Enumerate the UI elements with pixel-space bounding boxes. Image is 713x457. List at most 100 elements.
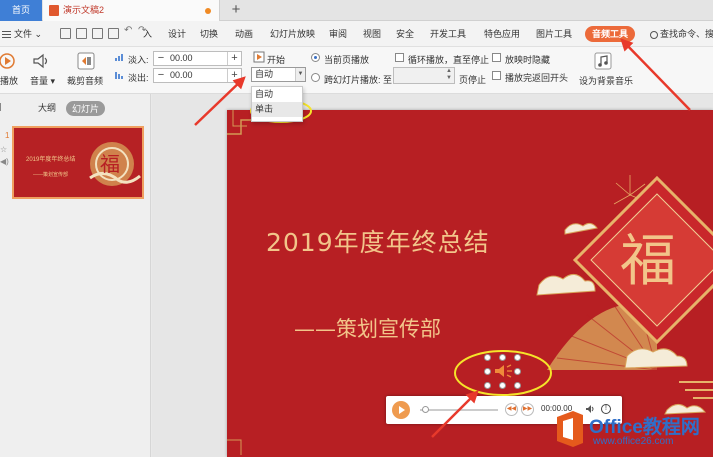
rewind-label[interactable]: 播放完返回开头 (505, 71, 568, 84)
menu-picture-tools[interactable]: 图片工具 (536, 21, 572, 47)
volume-button-label[interactable]: 音量 ▾ (30, 74, 55, 87)
start-option-auto[interactable]: 自动 (252, 87, 302, 102)
home-tab[interactable]: 首页 (0, 0, 42, 21)
current-page-label[interactable]: 当前页播放 (324, 53, 369, 66)
fade-out-value[interactable]: 00.00 (170, 69, 193, 82)
document-tab[interactable]: 演示文稿2 (43, 0, 220, 21)
background-music-label[interactable]: 设为背景音乐 (579, 74, 633, 87)
file-menu[interactable]: 文件 ⌄ (2, 21, 42, 47)
chevron-down-icon[interactable]: ▼ (295, 68, 305, 81)
thumbnail-title: 2019年度年终总结 (26, 157, 76, 163)
rewind-icon[interactable]: ◀◀ (505, 403, 518, 416)
menu-design[interactable]: 设计 (168, 21, 186, 47)
fade-in-icon (115, 54, 123, 61)
play-icon[interactable] (0, 52, 18, 70)
resize-handle[interactable] (499, 382, 506, 389)
fade-in-decrease[interactable]: − (154, 52, 168, 65)
outline-tab[interactable]: 大纲 (38, 101, 56, 114)
volume-icon[interactable] (32, 52, 50, 70)
resize-handle[interactable] (514, 368, 521, 375)
slide-seal: 福 (620, 229, 676, 294)
menu-view[interactable]: 视图 (363, 21, 381, 47)
fade-out-spinner[interactable]: − 00.00 + (153, 68, 242, 83)
cross-slide-radio[interactable] (311, 73, 320, 82)
spinner-arrows-icon[interactable]: ▲ ▼ (446, 68, 452, 82)
menu-security[interactable]: 安全 (396, 21, 414, 47)
menu-insert[interactable]: 入 (143, 21, 152, 47)
resize-handle[interactable] (484, 368, 491, 375)
thumbnail-seal: 福 (100, 152, 120, 176)
speaker-icon[interactable] (493, 363, 513, 379)
watermark-brand: Office教程网 (589, 417, 700, 438)
slide-thumbnail[interactable]: 2019年度年终总结 ——策划宣传部 福 (12, 126, 144, 199)
resize-handle[interactable] (514, 382, 521, 389)
menu-animation[interactable]: 动画 (235, 21, 253, 47)
unsaved-dot-icon (205, 8, 211, 14)
fast-forward-icon[interactable]: ▶▶ (521, 403, 534, 416)
menu-transition[interactable]: 切换 (200, 21, 218, 47)
presentation-icon (49, 5, 59, 16)
menu-developer[interactable]: 开发工具 (430, 21, 466, 47)
resize-handle[interactable] (499, 354, 506, 361)
fade-in-spinner[interactable]: − 00.00 + (153, 51, 242, 66)
page-stop-label: 页停止 (459, 75, 487, 85)
player-play-button[interactable] (392, 401, 410, 419)
play-button-label[interactable]: 播放 (0, 74, 18, 87)
watermark-url: www.office26.com (593, 436, 674, 447)
audio-object[interactable] (481, 352, 525, 390)
trim-audio-icon[interactable] (76, 51, 96, 71)
trim-audio-label[interactable]: 裁剪音频 (67, 74, 103, 87)
progress-knob[interactable] (422, 406, 429, 413)
tab-bar: 首页 演示文稿2 + (0, 0, 713, 21)
stop-page-spinner[interactable]: ▲ ▼ (393, 67, 455, 84)
slides-tab[interactable]: 幻灯片 (66, 101, 106, 116)
start-mode-dropdown: 自动 单击 (251, 86, 303, 122)
resize-handle[interactable] (514, 354, 521, 361)
start-mode-value: 自动 (255, 69, 274, 79)
print-icon[interactable] (92, 28, 103, 39)
loop-checkbox[interactable] (395, 53, 404, 62)
start-icon (253, 51, 265, 63)
rewind-checkbox[interactable] (492, 71, 501, 80)
resize-handle[interactable] (484, 382, 491, 389)
audio-marker-icon: ◀) (0, 157, 9, 166)
fade-out-label: 淡出: (128, 73, 149, 83)
fade-out-decrease[interactable]: − (154, 69, 168, 82)
hide-checkbox[interactable] (492, 53, 501, 62)
preview-icon[interactable] (108, 28, 119, 39)
current-page-radio[interactable] (311, 53, 320, 62)
menu-review[interactable]: 审阅 (329, 21, 347, 47)
cross-slide-label[interactable]: 跨幻灯片播放: 至 (324, 73, 392, 86)
fade-out-icon (115, 72, 123, 79)
slide-subtitle[interactable]: ——策划宣传部 (294, 313, 441, 343)
command-search[interactable]: 查找命令、搜 (650, 21, 713, 47)
pane-edge (0, 103, 4, 111)
slide-title[interactable]: 2019年度年终总结 (266, 223, 490, 259)
export-icon[interactable] (76, 28, 87, 39)
hide-label[interactable]: 放映时隐藏 (505, 53, 550, 66)
start-option-click[interactable]: 单击 (252, 102, 302, 117)
progress-track[interactable] (420, 409, 498, 411)
resize-handle[interactable] (484, 354, 491, 361)
new-tab-button[interactable]: + (228, 0, 244, 21)
start-label: 开始 (267, 55, 286, 65)
search-icon (650, 30, 658, 39)
slide-number: 1 (5, 131, 10, 140)
document-tab-title: 演示文稿2 (63, 5, 105, 15)
menu-slideshow[interactable]: 幻灯片放映 (270, 21, 315, 47)
background-music-icon[interactable] (593, 51, 613, 71)
fade-in-value[interactable]: 00.00 (170, 52, 193, 65)
menu-audio-tools[interactable]: 音频工具 (585, 26, 635, 42)
menu-bar: 文件 ⌄ ↶ ↷ 入 设计 切换 动画 幻灯片放映 审阅 视图 安全 开发工具 … (0, 21, 713, 47)
office-logo-icon (557, 411, 583, 447)
loop-label[interactable]: 循环播放，直至停止 (408, 53, 489, 66)
fade-in-increase[interactable]: + (227, 52, 241, 65)
fade-in-label: 淡入: (128, 55, 149, 65)
menu-features[interactable]: 特色应用 (484, 21, 520, 47)
undo-icon[interactable]: ↶ (124, 25, 135, 36)
save-icon[interactable] (60, 28, 71, 39)
thumbnail-subtitle: ——策划宣传部 (33, 172, 69, 178)
fade-out-increase[interactable]: + (227, 69, 241, 82)
hamburger-icon (2, 31, 11, 39)
start-mode-select[interactable]: 自动 ▼ (251, 67, 306, 82)
